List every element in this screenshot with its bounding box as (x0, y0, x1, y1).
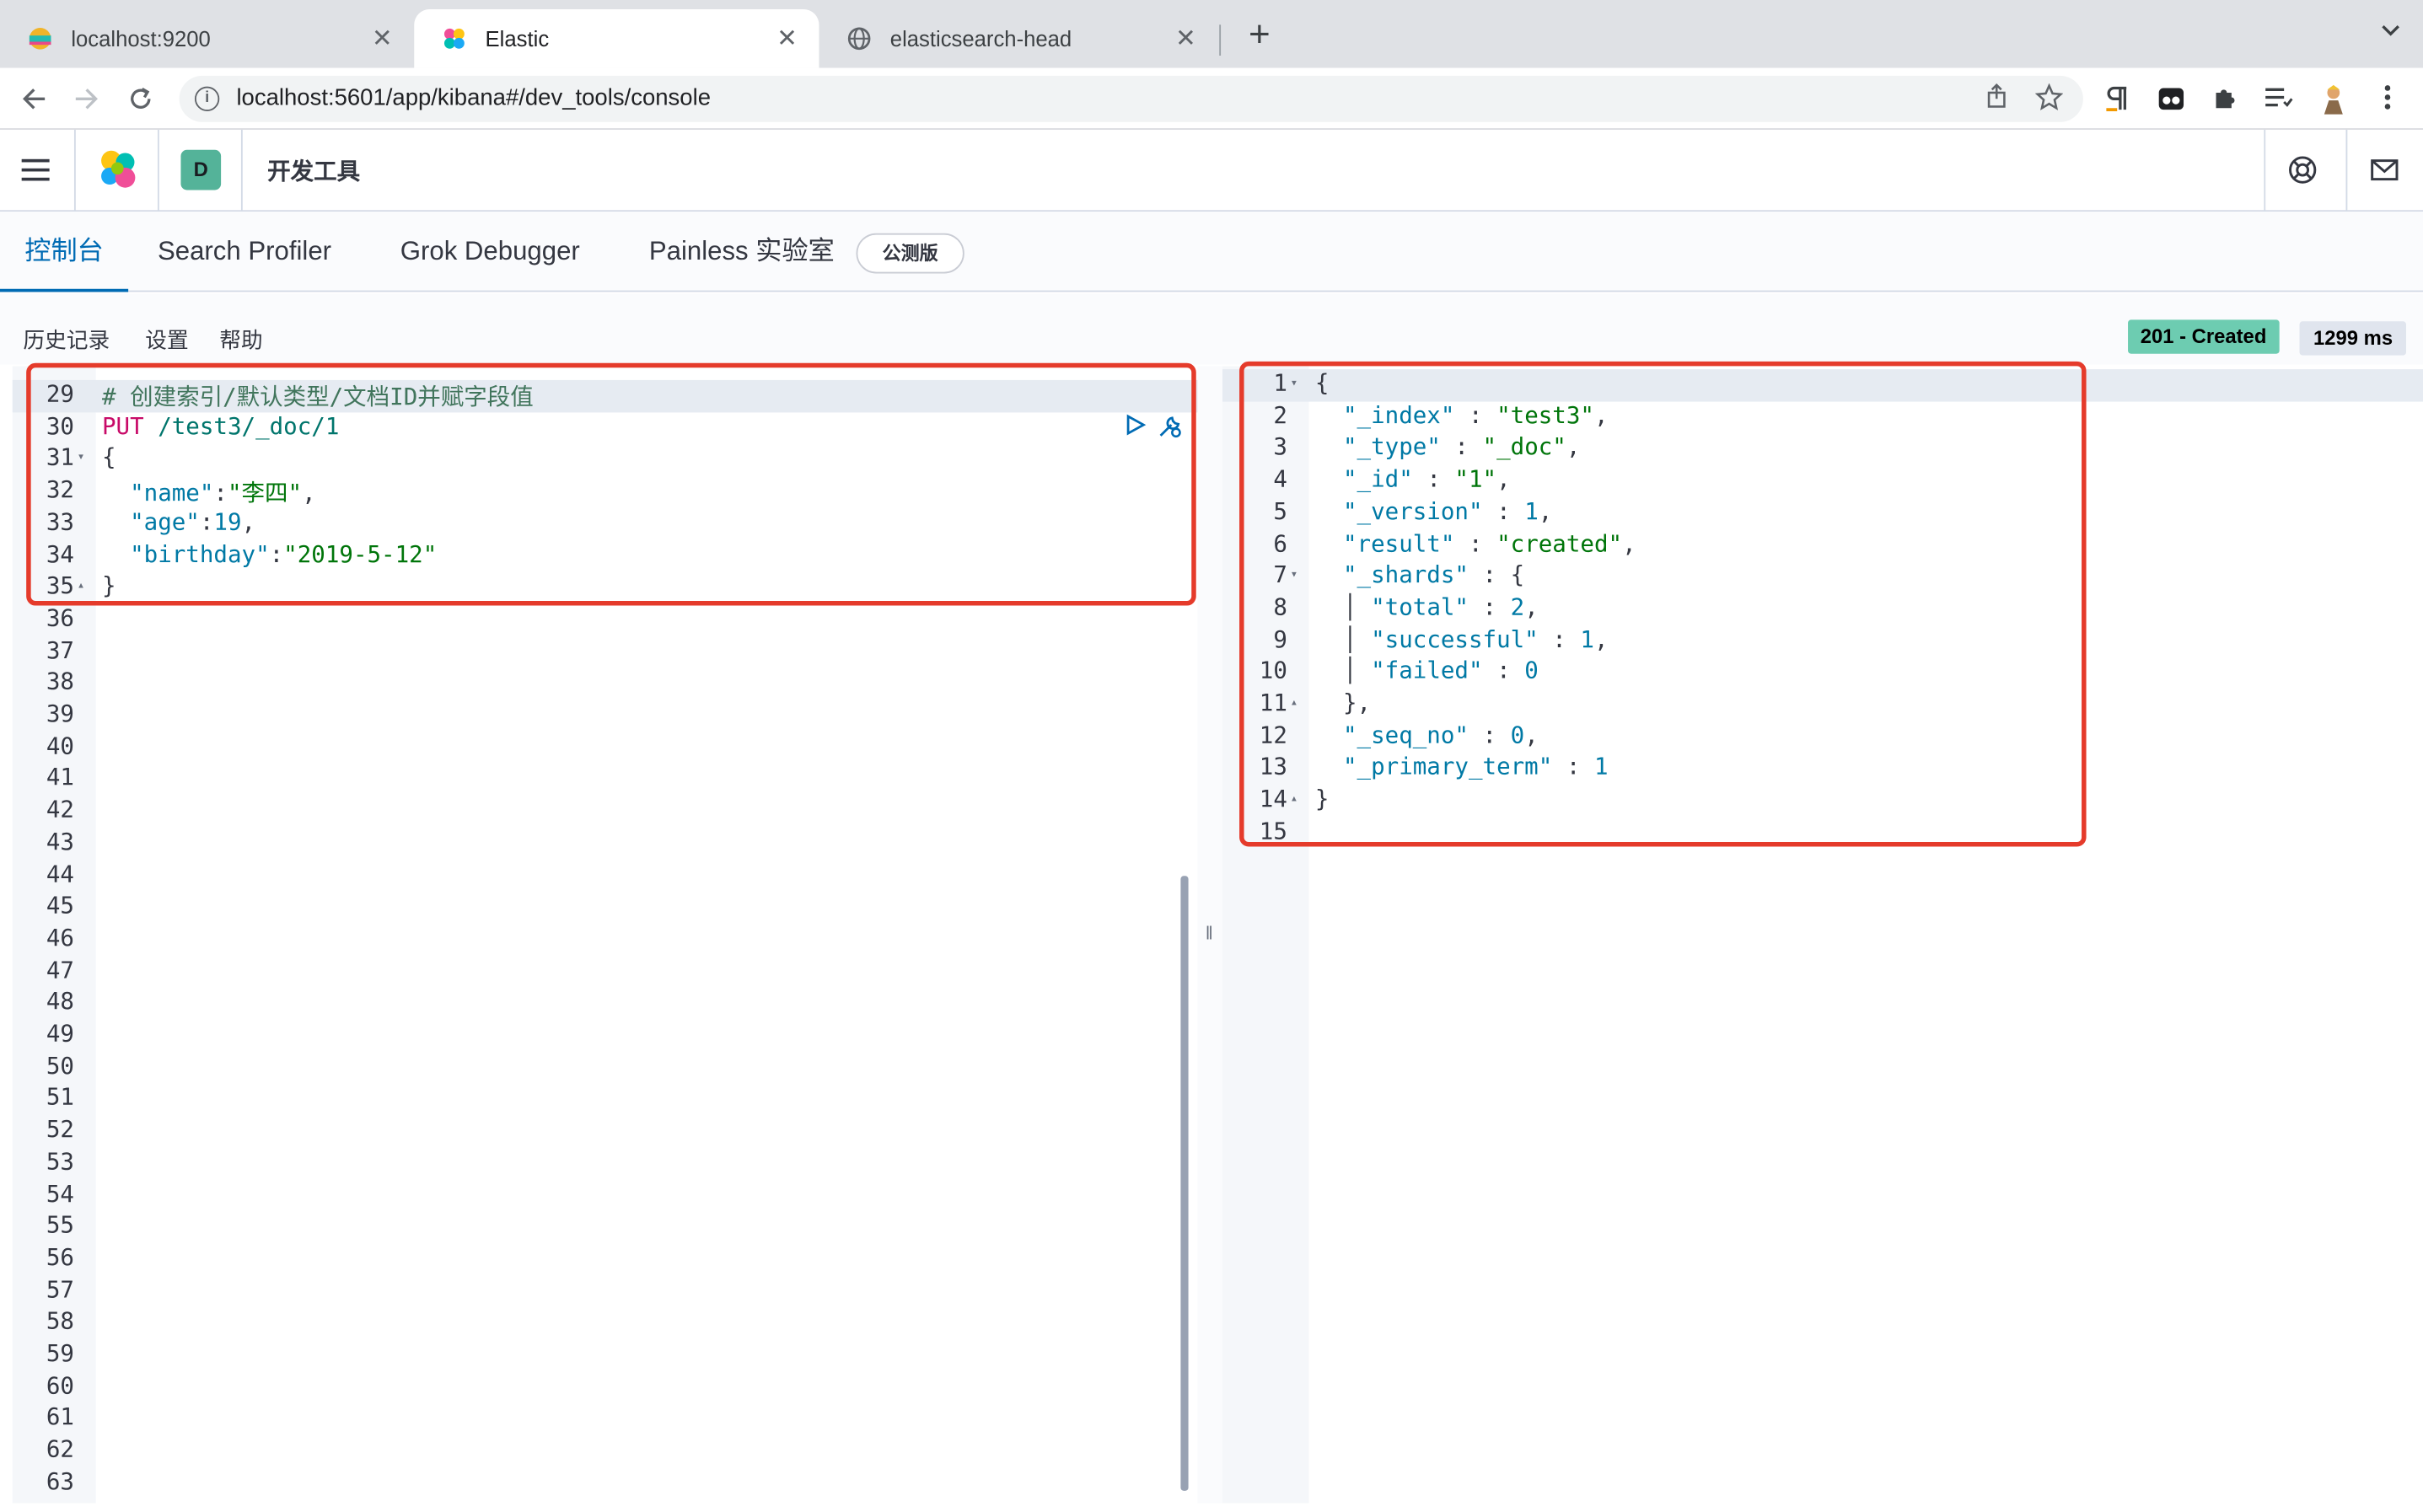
line-number: 48 (46, 987, 74, 1016)
tab-console[interactable]: 控制台 (0, 212, 129, 292)
breadcrumb: 开发工具 (267, 158, 361, 185)
browser-tab-elastic[interactable]: Elastic ✕ (414, 8, 819, 68)
browser-tab-elasticsearch-head[interactable]: elasticsearch-head ✕ (819, 9, 1217, 68)
response-highlight-box (1239, 361, 2087, 847)
line-number: 42 (46, 796, 74, 824)
settings-link[interactable]: 设置 (145, 324, 188, 356)
elastic-favicon-icon (28, 26, 52, 51)
line-number: 39 (46, 700, 74, 728)
line-number: 44 (46, 860, 74, 888)
newsfeed-mail-icon[interactable] (2369, 154, 2400, 185)
request-highlight-box (26, 362, 1196, 606)
tab-search-profiler[interactable]: Search Profiler (158, 212, 331, 292)
beta-badge: 公测版 (856, 233, 964, 274)
new-tab-button[interactable]: + (1239, 14, 1280, 56)
reading-list-icon[interactable] (2263, 83, 2294, 115)
browser-menu-kebab-icon[interactable] (2372, 83, 2404, 115)
tab-search-chevron-icon[interactable] (2380, 19, 2402, 45)
elastic-logo-icon[interactable] (96, 147, 142, 193)
line-number: 55 (46, 1211, 74, 1240)
line-number: 58 (46, 1307, 74, 1336)
line-number: 46 (46, 923, 74, 952)
line-number: 59 (46, 1339, 74, 1368)
header-divider (2345, 129, 2348, 212)
line-number: 62 (46, 1435, 74, 1464)
line-number: 61 (46, 1403, 74, 1432)
pilcrow-extension-icon[interactable] (2102, 83, 2133, 115)
tab-painless-lab[interactable]: Painless 实验室 (649, 212, 835, 292)
history-link[interactable]: 历史记录 (23, 324, 110, 356)
url-text[interactable]: localhost:5601/app/kibana#/dev_tools/con… (236, 85, 711, 111)
tab-title: elasticsearch-head (889, 26, 1072, 51)
forward-arrow-icon[interactable] (68, 80, 105, 117)
browser-tab-strip: localhost:9200 ✕ Elastic ✕ elasticsearch… (0, 0, 2423, 68)
line-number: 63 (46, 1466, 74, 1495)
devtools-tabs: 控制台 Search Profiler Grok Debugger Painle… (0, 212, 2423, 292)
reload-icon[interactable] (122, 80, 159, 117)
request-scrollbar[interactable] (1180, 876, 1189, 1491)
line-number: 45 (46, 891, 74, 920)
profile-avatar-icon[interactable] (2318, 83, 2350, 115)
line-number: 40 (46, 732, 74, 760)
resize-grip-icon[interactable]: ‖ (1206, 922, 1213, 944)
puzzle-extension-icon[interactable] (2210, 83, 2241, 115)
line-number: 57 (46, 1275, 74, 1304)
site-info-icon[interactable]: i (194, 86, 220, 111)
line-number: 47 (46, 955, 74, 984)
status-badge: 201 - Created (2128, 319, 2280, 354)
line-number: 49 (46, 1019, 74, 1048)
close-tab-icon[interactable]: ✕ (372, 23, 393, 54)
tab-grok-debugger[interactable]: Grok Debugger (400, 212, 580, 292)
console-toolbar: 历史记录 设置 帮助 (0, 293, 2423, 365)
screen: localhost:9200 ✕ Elastic ✕ elasticsearch… (0, 0, 2423, 1512)
pane-resizer[interactable]: ‖ (1197, 366, 1222, 1504)
bookmark-star-icon[interactable] (2033, 83, 2065, 115)
incognito-extension-icon[interactable] (2156, 83, 2187, 115)
address-bar[interactable]: i localhost:5601/app/kibana#/dev_tools/c… (179, 75, 2083, 122)
line-number: 54 (46, 1179, 74, 1208)
close-tab-icon[interactable]: ✕ (1175, 23, 1196, 54)
header-divider (73, 129, 76, 212)
line-number: 36 (46, 603, 74, 632)
timing-badge: 1299 ms (2299, 321, 2407, 356)
line-number: 38 (46, 668, 74, 696)
browser-tab-localhost[interactable]: localhost:9200 ✕ (0, 9, 414, 68)
line-number: 43 (46, 828, 74, 856)
header-divider (240, 129, 243, 212)
header-divider (2264, 129, 2266, 212)
header-divider (157, 129, 159, 212)
line-number: 37 (46, 635, 74, 664)
share-icon[interactable] (1981, 83, 2012, 115)
line-number: 56 (46, 1243, 74, 1272)
back-arrow-icon[interactable] (15, 80, 52, 117)
line-number: 41 (46, 764, 74, 792)
line-number: 60 (46, 1371, 74, 1400)
line-number: 50 (46, 1051, 74, 1080)
browser-toolbar: i localhost:5601/app/kibana#/dev_tools/c… (0, 67, 2423, 130)
kibana-favicon-icon (442, 26, 466, 51)
globe-icon (846, 26, 871, 51)
close-tab-icon[interactable]: ✕ (776, 23, 798, 54)
line-number: 52 (46, 1115, 74, 1144)
help-link[interactable]: 帮助 (219, 324, 262, 356)
space-avatar[interactable]: D (180, 149, 222, 190)
help-lifebuoy-icon[interactable] (2287, 154, 2318, 185)
tab-title: Elastic (485, 26, 550, 51)
tab-separator (1219, 24, 1222, 56)
line-number: 51 (46, 1083, 74, 1112)
line-number: 53 (46, 1147, 74, 1176)
menu-hamburger-icon[interactable] (21, 156, 53, 181)
tab-title: localhost:9200 (71, 26, 211, 51)
kibana-header: D 开发工具 (0, 129, 2423, 212)
